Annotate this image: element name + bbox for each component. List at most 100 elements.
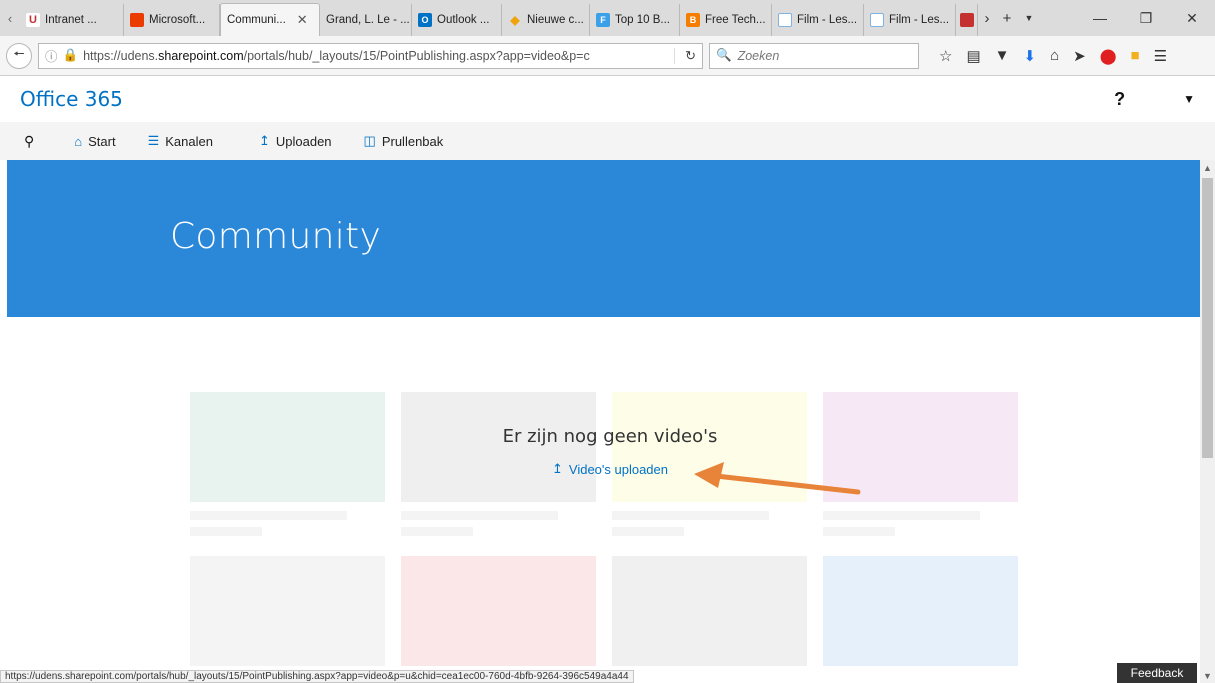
o365-header: Office 365 ? ▼ (0, 76, 1215, 122)
home-icon: ⌂ (74, 133, 83, 149)
video-placeholder-tile (612, 556, 807, 666)
annotation-arrow (694, 462, 861, 495)
arrow-shaft (713, 473, 861, 495)
tab-label: Intranet ... (45, 14, 97, 26)
channel-banner: Community (7, 160, 1200, 317)
scroll-down-icon[interactable]: ▼ (1200, 668, 1215, 683)
search-icon: 🔍 (716, 48, 732, 62)
tab-label: Film - Les... (889, 14, 950, 26)
outlook-favicon-icon: O (418, 13, 432, 27)
vertical-scrollbar[interactable]: ▲ ▼ (1200, 160, 1215, 683)
o365-title[interactable]: Office 365 (20, 87, 123, 111)
help-icon[interactable]: ? (1114, 89, 1125, 110)
browser-tab[interactable]: B Free Tech... (680, 4, 772, 36)
recycle-bin-icon: ◫ (363, 133, 376, 148)
url-bar[interactable]: ⓘ 🔒 https://udens.sharepoint.com/portals… (38, 42, 703, 69)
feedback-button[interactable]: Feedback (1117, 663, 1197, 683)
search-input[interactable]: 🔍 Zoeken (709, 42, 919, 69)
back-arrow-icon[interactable]: 🠔 (6, 42, 32, 69)
blogger-favicon-icon: B (686, 13, 700, 27)
channel-title: Community (170, 216, 382, 257)
upload-icon: ↥ (551, 461, 563, 476)
tab-label: Communi... (227, 14, 286, 26)
close-tab-icon[interactable]: ✕ (297, 12, 308, 28)
pdf-favicon-icon (960, 13, 974, 27)
tab-list-chevron-icon[interactable]: ▼ (1018, 0, 1040, 36)
menu-icon[interactable]: ☰ (1154, 47, 1167, 65)
home-icon[interactable]: ⌂ (1050, 47, 1059, 64)
placeholder-line (190, 527, 262, 536)
minimize-icon[interactable]: — (1077, 0, 1123, 36)
arrow-head (694, 462, 724, 488)
info-icon[interactable]: ⓘ (45, 46, 58, 65)
tab-label: Free Tech... (705, 14, 766, 26)
browser-tab[interactable]: U Intranet ... (20, 4, 124, 36)
placeholder-line (612, 527, 684, 536)
video-placeholder-tile (190, 392, 385, 502)
intranet-favicon-icon: U (26, 13, 40, 27)
placeholder-line (401, 511, 558, 520)
scrollbar-thumb[interactable] (1202, 178, 1213, 458)
placeholder-line (190, 511, 347, 520)
video-placeholder-tile (401, 556, 596, 666)
command-bar: ⚲ ⌂ Start ☰ Kanalen ↥ Uploaden ◫ Prullen… (0, 122, 1215, 160)
download-icon[interactable]: ⬇ (1024, 47, 1037, 65)
video-placeholder-tile (823, 556, 1018, 666)
close-window-icon[interactable]: ✕ (1169, 0, 1215, 36)
placeholder-line (612, 511, 769, 520)
tab-label: Film - Les... (797, 14, 858, 26)
account-chevron-down-icon[interactable]: ▼ (1183, 92, 1195, 106)
browser-nav-bar: 🠔 ⓘ 🔒 https://udens.sharepoint.com/porta… (0, 36, 1215, 76)
pocket-icon[interactable]: ▼ (995, 47, 1010, 64)
recycle-bin-button[interactable]: ◫ Prullenbak (364, 133, 444, 149)
reading-list-icon[interactable]: ▤ (966, 47, 980, 65)
browser-tab[interactable]: O Outlook ... (412, 4, 502, 36)
upload-icon: ↥ (258, 133, 270, 148)
status-url: https://udens.sharepoint.com/portals/hub… (0, 670, 634, 683)
extension-icon[interactable]: ■ (1131, 47, 1140, 64)
url-text: https://udens.sharepoint.com/portals/hub… (83, 48, 590, 63)
search-icon: ⚲ (24, 132, 35, 149)
browser-tab-active[interactable]: Communi... ✕ (220, 3, 320, 36)
browser-tab[interactable]: F Top 10 B... (590, 4, 680, 36)
tab-label: Nieuwe c... (527, 14, 584, 26)
browser-tab[interactable]: Microsoft... (124, 4, 220, 36)
empty-state-title: Er zijn nog geen video's (502, 426, 718, 447)
browser-tab[interactable]: Film - Les... (772, 4, 864, 36)
feedly-favicon-icon: F (596, 13, 610, 27)
tab-scroll-left-icon[interactable]: ‹ (0, 0, 20, 36)
browser-tab[interactable]: Film - Les... (864, 4, 956, 36)
video-placeholder-tile (190, 556, 385, 666)
tab-scroll-right-icon[interactable]: › (978, 0, 996, 36)
page-favicon-icon (870, 13, 884, 27)
list-icon: ☰ (147, 133, 160, 148)
send-icon[interactable]: ➤ (1073, 47, 1086, 65)
channels-button[interactable]: ☰ Kanalen (148, 133, 213, 149)
tab-label: Outlook ... (437, 14, 490, 26)
browser-tab[interactable]: ◆ Nieuwe c... (502, 4, 590, 36)
page-favicon-icon (778, 13, 792, 27)
placeholder-line (823, 511, 980, 520)
upload-videos-link[interactable]: ↥ Video's uploaden (552, 461, 668, 477)
main-content: Community Er zijn nog geen video's ↥ Vid… (0, 160, 1200, 670)
office-favicon-icon (130, 13, 144, 27)
bookmark-star-icon[interactable]: ☆ (939, 47, 952, 65)
upload-button[interactable]: ↥ Uploaden (259, 133, 332, 149)
browser-tab[interactable]: Grand, L. Le - ... (320, 4, 412, 36)
reload-icon[interactable]: ↻ (674, 47, 696, 64)
placeholder-line (823, 527, 895, 536)
scroll-up-icon[interactable]: ▲ (1200, 160, 1215, 175)
lock-icon: 🔒 (62, 48, 79, 62)
diamond-favicon-icon: ◆ (510, 13, 520, 27)
tab-label: Top 10 B... (615, 14, 670, 26)
adblock-icon[interactable]: ⬤ (1100, 47, 1117, 65)
tab-label: Grand, L. Le - ... (326, 14, 410, 26)
browser-tab-strip: ‹ U Intranet ... Microsoft... Communi...… (0, 0, 1215, 36)
search-button[interactable]: ⚲ (24, 133, 34, 150)
restore-icon[interactable]: ❐ (1123, 0, 1169, 36)
browser-tab[interactable] (956, 4, 978, 36)
start-button[interactable]: ⌂ Start (74, 134, 115, 149)
new-tab-icon[interactable]: + (996, 0, 1018, 36)
placeholder-line (401, 527, 473, 536)
tab-label: Microsoft... (149, 14, 206, 26)
